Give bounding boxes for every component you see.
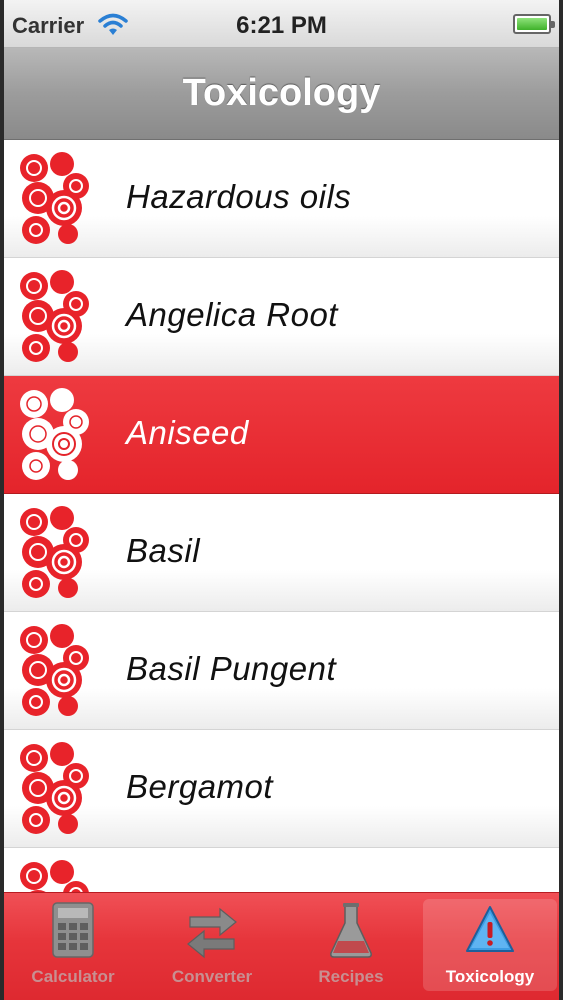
flower-logo-icon [18, 150, 91, 246]
list-item[interactable] [4, 848, 559, 892]
converter-arrows-icon [187, 907, 237, 959]
list-item[interactable]: Hazardous oils [4, 140, 559, 258]
tab-calculator[interactable]: Calculator [6, 893, 140, 993]
tab-label: Converter [171, 967, 253, 986]
tab-toxicology[interactable]: Toxicology [423, 899, 557, 991]
tab-label: Toxicology [445, 967, 535, 986]
list-item[interactable]: Bergamot [4, 730, 559, 848]
list-item-selected[interactable]: Aniseed [4, 376, 559, 494]
list-item-label: Aniseed [126, 414, 249, 451]
navigation-bar: Toxicology [4, 48, 559, 140]
calculator-icon [52, 902, 94, 958]
list-item-label: Hazardous oils [126, 178, 352, 215]
list-item[interactable]: Basil Pungent [4, 612, 559, 730]
list-item-label: Basil Pungent [126, 650, 337, 687]
list-item[interactable]: Basil [4, 494, 559, 612]
list-item-label: Basil [126, 532, 201, 569]
flask-icon [330, 903, 372, 958]
tab-bar: Calculator Converter Recipes Toxicology [4, 892, 559, 1000]
page-title: Toxicology [182, 72, 381, 114]
flower-logo-icon [18, 622, 91, 718]
tab-label: Recipes [318, 967, 384, 986]
oil-list[interactable]: Hazardous oils Angelica Root Aniseed Bas… [4, 140, 559, 892]
list-item[interactable]: Angelica Root [4, 258, 559, 376]
clock: 6:21 PM [236, 12, 327, 39]
phone-screen: Carrier 6:21 PM Toxicology Hazardous oil… [4, 0, 559, 1000]
flower-logo-icon [19, 387, 90, 481]
flower-logo-icon [18, 504, 91, 600]
battery-icon [513, 14, 555, 34]
tab-recipes[interactable]: Recipes [284, 893, 418, 993]
status-bar: Carrier 6:21 PM [4, 0, 559, 48]
warning-triangle-icon [466, 906, 514, 952]
flower-logo-icon [18, 268, 91, 364]
flower-logo-icon [18, 740, 91, 836]
tab-label: Calculator [31, 967, 115, 986]
flower-logo-icon [18, 858, 91, 892]
tab-converter[interactable]: Converter [145, 893, 279, 993]
list-item-label: Angelica Root [126, 296, 338, 333]
list-item-label: Bergamot [126, 768, 274, 805]
